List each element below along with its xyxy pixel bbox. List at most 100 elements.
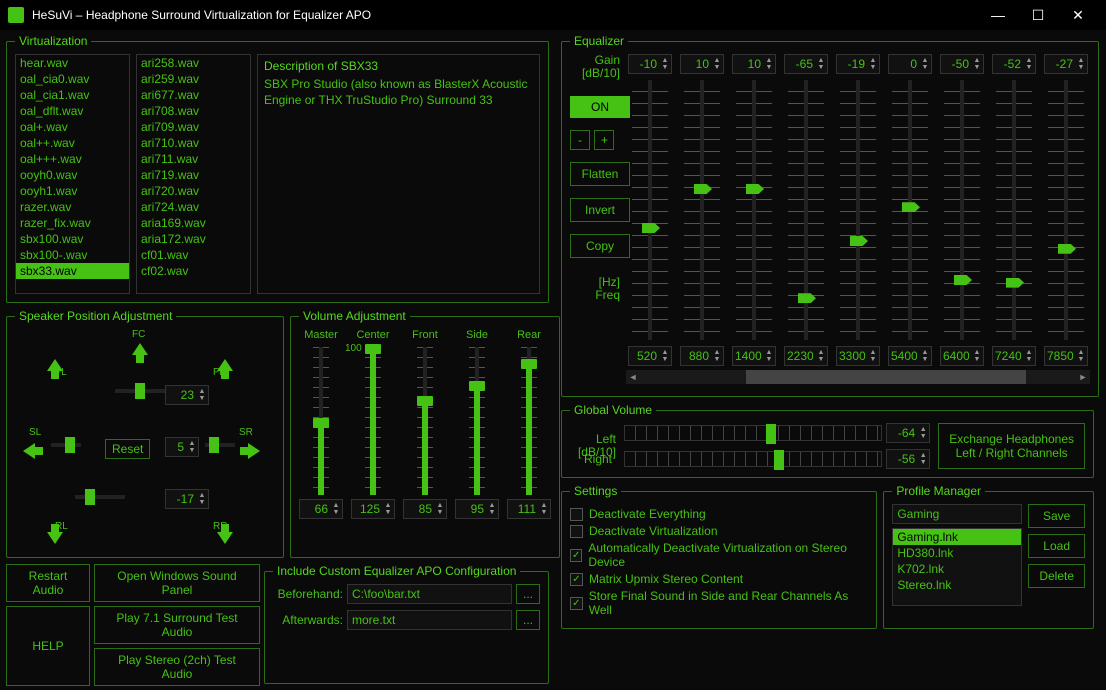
profile-load-button[interactable]: Load: [1028, 534, 1085, 558]
list-item[interactable]: aria172.wav: [137, 231, 250, 247]
settings-checkbox[interactable]: ✓Automatically Deactivate Virtualization…: [570, 541, 868, 569]
right-volume-spinbox[interactable]: ▲▼: [886, 449, 930, 469]
eq-freq-spinbox-8[interactable]: ▲▼: [1044, 346, 1088, 366]
eq-gain-spinbox-4[interactable]: ▲▼: [836, 54, 880, 74]
list-item[interactable]: oal_dflt.wav: [16, 103, 129, 119]
eq-gain-spinbox-8[interactable]: ▲▼: [1044, 54, 1088, 74]
list-item[interactable]: ooyh0.wav: [16, 167, 129, 183]
scroll-left-icon[interactable]: ◄: [626, 370, 640, 384]
eq-freq-spinbox-5[interactable]: ▲▼: [888, 346, 932, 366]
eq-band-slider-7[interactable]: [1006, 80, 1022, 340]
speaker-top-spinbox[interactable]: ▲▼: [165, 385, 209, 405]
eq-invert-button[interactable]: Invert: [570, 198, 630, 222]
eq-freq-spinbox-7[interactable]: ▲▼: [992, 346, 1036, 366]
profile-item[interactable]: Stereo.lnk: [893, 577, 1021, 593]
speaker-bot-slider[interactable]: [75, 495, 125, 499]
eq-freq-spinbox-0[interactable]: ▲▼: [628, 346, 672, 366]
eq-band-slider-4[interactable]: [850, 80, 866, 340]
list-item[interactable]: sbx100-.wav: [16, 247, 129, 263]
eq-freq-spinbox-2[interactable]: ▲▼: [732, 346, 776, 366]
volume-spinbox-rear[interactable]: ▲▼: [507, 499, 551, 519]
exchange-channels-button[interactable]: Exchange Headphones Left / Right Channel…: [938, 423, 1085, 469]
eq-gain-spinbox-6[interactable]: ▲▼: [940, 54, 984, 74]
list-item[interactable]: ari724.wav: [137, 199, 250, 215]
settings-checkbox[interactable]: Deactivate Virtualization: [570, 524, 868, 538]
eq-flatten-button[interactable]: Flatten: [570, 162, 630, 186]
volume-spinbox-side[interactable]: ▲▼: [455, 499, 499, 519]
beforehand-input[interactable]: [347, 584, 512, 604]
eq-copy-button[interactable]: Copy: [570, 234, 630, 258]
eq-gain-spinbox-0[interactable]: ▲▼: [628, 54, 672, 74]
volume-spinbox-master[interactable]: ▲▼: [299, 499, 343, 519]
play-71-button[interactable]: Play 7.1 Surround Test Audio: [94, 606, 260, 644]
profile-item[interactable]: K702.lnk: [893, 561, 1021, 577]
volume-spinbox-front[interactable]: ▲▼: [403, 499, 447, 519]
speaker-top-slider[interactable]: [115, 389, 165, 393]
profile-list[interactable]: Gaming.lnkHD380.lnkK702.lnkStereo.lnk: [892, 528, 1022, 606]
eq-gain-spinbox-1[interactable]: ▲▼: [680, 54, 724, 74]
list-item[interactable]: sbx100.wav: [16, 231, 129, 247]
beforehand-browse-button[interactable]: ...: [516, 584, 540, 604]
volume-slider-center[interactable]: 100: [365, 347, 381, 495]
eq-band-slider-1[interactable]: [694, 80, 710, 340]
list-item[interactable]: oal++.wav: [16, 135, 129, 151]
restart-audio-button[interactable]: Restart Audio: [6, 564, 90, 602]
eq-band-slider-6[interactable]: [954, 80, 970, 340]
afterwards-browse-button[interactable]: ...: [516, 610, 540, 630]
list-item[interactable]: ari708.wav: [137, 103, 250, 119]
left-volume-slider[interactable]: [624, 425, 882, 441]
list-item[interactable]: aria169.wav: [137, 215, 250, 231]
list-item[interactable]: oal_cia0.wav: [16, 71, 129, 87]
help-button[interactable]: HELP: [6, 606, 90, 686]
eq-freq-spinbox-3[interactable]: ▲▼: [784, 346, 828, 366]
play-stereo-button[interactable]: Play Stereo (2ch) Test Audio: [94, 648, 260, 686]
volume-slider-side[interactable]: [469, 347, 485, 495]
scroll-right-icon[interactable]: ►: [1076, 370, 1090, 384]
list-item[interactable]: sbx33.wav: [16, 263, 129, 279]
eq-freq-spinbox-1[interactable]: ▲▼: [680, 346, 724, 366]
list-item[interactable]: oal+++.wav: [16, 151, 129, 167]
list-item[interactable]: ari711.wav: [137, 151, 250, 167]
afterwards-input[interactable]: [347, 610, 512, 630]
speaker-sl-slider[interactable]: [51, 443, 81, 447]
eq-plus-button[interactable]: +: [594, 130, 614, 150]
volume-slider-master[interactable]: [313, 347, 329, 495]
eq-minus-button[interactable]: -: [570, 130, 590, 150]
eq-band-slider-0[interactable]: [642, 80, 658, 340]
left-volume-spinbox[interactable]: ▲▼: [886, 423, 930, 443]
eq-freq-spinbox-4[interactable]: ▲▼: [836, 346, 880, 366]
reset-button[interactable]: Reset: [105, 439, 150, 459]
list-item[interactable]: ari709.wav: [137, 119, 250, 135]
settings-checkbox[interactable]: ✓Matrix Upmix Stereo Content: [570, 572, 868, 586]
eq-scrollbar[interactable]: ◄ ►: [626, 370, 1090, 384]
eq-on-button[interactable]: ON: [570, 96, 630, 118]
eq-gain-spinbox-3[interactable]: ▲▼: [784, 54, 828, 74]
list-item[interactable]: ari710.wav: [137, 135, 250, 151]
minimize-button[interactable]: —: [978, 7, 1018, 23]
list-item[interactable]: oal+.wav: [16, 119, 129, 135]
list-item[interactable]: ooyh1.wav: [16, 183, 129, 199]
eq-band-slider-3[interactable]: [798, 80, 814, 340]
maximize-button[interactable]: ☐: [1018, 7, 1058, 24]
list-item[interactable]: razer.wav: [16, 199, 129, 215]
list-item[interactable]: ari720.wav: [137, 183, 250, 199]
right-volume-slider[interactable]: [624, 451, 882, 467]
list-item[interactable]: cf02.wav: [137, 263, 250, 279]
profile-item[interactable]: HD380.lnk: [893, 545, 1021, 561]
profile-save-button[interactable]: Save: [1028, 504, 1085, 528]
speaker-sr-slider[interactable]: [205, 443, 235, 447]
list-item[interactable]: ari259.wav: [137, 71, 250, 87]
open-sound-panel-button[interactable]: Open Windows Sound Panel: [94, 564, 260, 602]
eq-band-slider-5[interactable]: [902, 80, 918, 340]
volume-slider-front[interactable]: [417, 347, 433, 495]
close-button[interactable]: ✕: [1058, 7, 1098, 24]
virtualization-list-2[interactable]: ari258.wavari259.wavari677.wavari708.wav…: [136, 54, 251, 294]
settings-checkbox[interactable]: ✓Store Final Sound in Side and Rear Chan…: [570, 589, 868, 617]
list-item[interactable]: ari258.wav: [137, 55, 250, 71]
profile-item[interactable]: Gaming.lnk: [893, 529, 1021, 545]
settings-checkbox[interactable]: Deactivate Everything: [570, 507, 868, 521]
eq-gain-spinbox-2[interactable]: ▲▼: [732, 54, 776, 74]
eq-band-slider-8[interactable]: [1058, 80, 1074, 340]
eq-gain-spinbox-5[interactable]: ▲▼: [888, 54, 932, 74]
list-item[interactable]: razer_fix.wav: [16, 215, 129, 231]
